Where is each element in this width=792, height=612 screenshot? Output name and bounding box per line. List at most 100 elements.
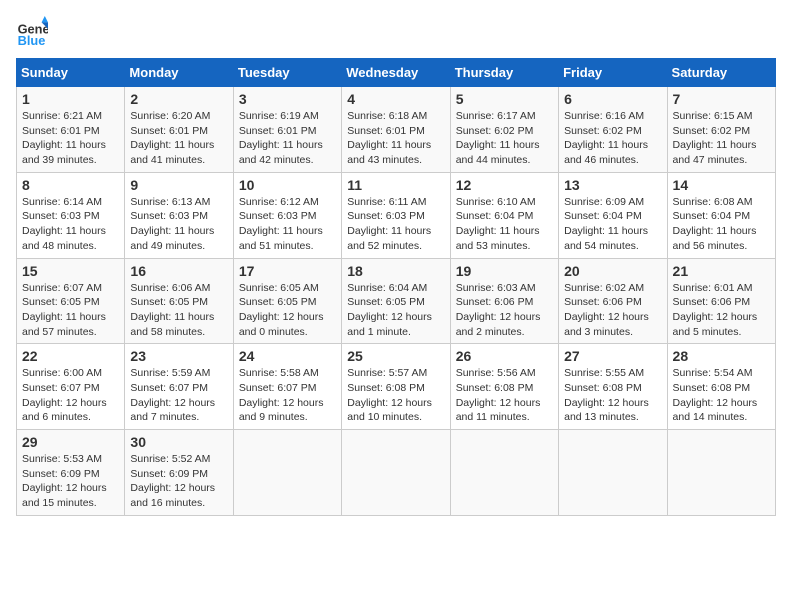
day-number: 1 [22, 91, 119, 107]
day-info: Sunrise: 6:10 AMSunset: 6:04 PMDaylight:… [456, 195, 553, 254]
day-info: Sunrise: 6:15 AMSunset: 6:02 PMDaylight:… [673, 109, 770, 168]
day-number: 9 [130, 177, 227, 193]
calendar-day: 2 Sunrise: 6:20 AMSunset: 6:01 PMDayligh… [125, 87, 233, 173]
day-header-tuesday: Tuesday [233, 59, 341, 87]
day-info: Sunrise: 5:57 AMSunset: 6:08 PMDaylight:… [347, 366, 444, 425]
calendar-day [667, 430, 775, 516]
day-header-friday: Friday [559, 59, 667, 87]
day-header-wednesday: Wednesday [342, 59, 450, 87]
day-number: 29 [22, 434, 119, 450]
day-info: Sunrise: 6:17 AMSunset: 6:02 PMDaylight:… [456, 109, 553, 168]
day-info: Sunrise: 6:00 AMSunset: 6:07 PMDaylight:… [22, 366, 119, 425]
day-number: 18 [347, 263, 444, 279]
day-number: 11 [347, 177, 444, 193]
day-info: Sunrise: 5:59 AMSunset: 6:07 PMDaylight:… [130, 366, 227, 425]
calendar-day: 9 Sunrise: 6:13 AMSunset: 6:03 PMDayligh… [125, 172, 233, 258]
calendar-day [342, 430, 450, 516]
calendar-day: 7 Sunrise: 6:15 AMSunset: 6:02 PMDayligh… [667, 87, 775, 173]
calendar-week-2: 8 Sunrise: 6:14 AMSunset: 6:03 PMDayligh… [17, 172, 776, 258]
logo-icon: General Blue [16, 16, 48, 48]
calendar-day: 14 Sunrise: 6:08 AMSunset: 6:04 PMDaylig… [667, 172, 775, 258]
calendar-day: 25 Sunrise: 5:57 AMSunset: 6:08 PMDaylig… [342, 344, 450, 430]
day-info: Sunrise: 6:09 AMSunset: 6:04 PMDaylight:… [564, 195, 661, 254]
calendar-day [450, 430, 558, 516]
calendar-day: 22 Sunrise: 6:00 AMSunset: 6:07 PMDaylig… [17, 344, 125, 430]
day-number: 27 [564, 348, 661, 364]
day-number: 8 [22, 177, 119, 193]
day-info: Sunrise: 6:12 AMSunset: 6:03 PMDaylight:… [239, 195, 336, 254]
day-info: Sunrise: 6:06 AMSunset: 6:05 PMDaylight:… [130, 281, 227, 340]
day-number: 3 [239, 91, 336, 107]
day-number: 17 [239, 263, 336, 279]
day-number: 20 [564, 263, 661, 279]
calendar-day: 18 Sunrise: 6:04 AMSunset: 6:05 PMDaylig… [342, 258, 450, 344]
day-info: Sunrise: 6:07 AMSunset: 6:05 PMDaylight:… [22, 281, 119, 340]
day-number: 28 [673, 348, 770, 364]
day-info: Sunrise: 6:08 AMSunset: 6:04 PMDaylight:… [673, 195, 770, 254]
day-number: 19 [456, 263, 553, 279]
day-number: 2 [130, 91, 227, 107]
calendar-day: 5 Sunrise: 6:17 AMSunset: 6:02 PMDayligh… [450, 87, 558, 173]
day-info: Sunrise: 6:14 AMSunset: 6:03 PMDaylight:… [22, 195, 119, 254]
day-number: 10 [239, 177, 336, 193]
calendar-day: 23 Sunrise: 5:59 AMSunset: 6:07 PMDaylig… [125, 344, 233, 430]
day-number: 22 [22, 348, 119, 364]
calendar-day: 10 Sunrise: 6:12 AMSunset: 6:03 PMDaylig… [233, 172, 341, 258]
logo: General Blue [16, 16, 48, 48]
day-number: 12 [456, 177, 553, 193]
day-number: 15 [22, 263, 119, 279]
day-number: 14 [673, 177, 770, 193]
day-info: Sunrise: 6:11 AMSunset: 6:03 PMDaylight:… [347, 195, 444, 254]
day-info: Sunrise: 6:01 AMSunset: 6:06 PMDaylight:… [673, 281, 770, 340]
day-info: Sunrise: 5:53 AMSunset: 6:09 PMDaylight:… [22, 452, 119, 511]
calendar-week-1: 1 Sunrise: 6:21 AMSunset: 6:01 PMDayligh… [17, 87, 776, 173]
day-info: Sunrise: 5:58 AMSunset: 6:07 PMDaylight:… [239, 366, 336, 425]
day-info: Sunrise: 6:19 AMSunset: 6:01 PMDaylight:… [239, 109, 336, 168]
day-number: 26 [456, 348, 553, 364]
calendar-day: 11 Sunrise: 6:11 AMSunset: 6:03 PMDaylig… [342, 172, 450, 258]
calendar-day: 8 Sunrise: 6:14 AMSunset: 6:03 PMDayligh… [17, 172, 125, 258]
calendar-day: 30 Sunrise: 5:52 AMSunset: 6:09 PMDaylig… [125, 430, 233, 516]
day-info: Sunrise: 5:54 AMSunset: 6:08 PMDaylight:… [673, 366, 770, 425]
calendar-week-5: 29 Sunrise: 5:53 AMSunset: 6:09 PMDaylig… [17, 430, 776, 516]
calendar-day: 17 Sunrise: 6:05 AMSunset: 6:05 PMDaylig… [233, 258, 341, 344]
calendar-week-4: 22 Sunrise: 6:00 AMSunset: 6:07 PMDaylig… [17, 344, 776, 430]
day-info: Sunrise: 6:18 AMSunset: 6:01 PMDaylight:… [347, 109, 444, 168]
day-number: 13 [564, 177, 661, 193]
day-header-sunday: Sunday [17, 59, 125, 87]
calendar-day: 1 Sunrise: 6:21 AMSunset: 6:01 PMDayligh… [17, 87, 125, 173]
day-number: 6 [564, 91, 661, 107]
day-number: 23 [130, 348, 227, 364]
day-header-thursday: Thursday [450, 59, 558, 87]
calendar-day [233, 430, 341, 516]
day-info: Sunrise: 6:05 AMSunset: 6:05 PMDaylight:… [239, 281, 336, 340]
calendar-table: SundayMondayTuesdayWednesdayThursdayFrid… [16, 58, 776, 516]
svg-text:Blue: Blue [18, 33, 46, 48]
calendar-day: 28 Sunrise: 5:54 AMSunset: 6:08 PMDaylig… [667, 344, 775, 430]
calendar-day: 15 Sunrise: 6:07 AMSunset: 6:05 PMDaylig… [17, 258, 125, 344]
calendar-day [559, 430, 667, 516]
day-info: Sunrise: 5:56 AMSunset: 6:08 PMDaylight:… [456, 366, 553, 425]
day-info: Sunrise: 5:52 AMSunset: 6:09 PMDaylight:… [130, 452, 227, 511]
day-number: 25 [347, 348, 444, 364]
calendar-day: 12 Sunrise: 6:10 AMSunset: 6:04 PMDaylig… [450, 172, 558, 258]
day-info: Sunrise: 6:04 AMSunset: 6:05 PMDaylight:… [347, 281, 444, 340]
calendar-day: 21 Sunrise: 6:01 AMSunset: 6:06 PMDaylig… [667, 258, 775, 344]
day-number: 24 [239, 348, 336, 364]
day-number: 4 [347, 91, 444, 107]
day-info: Sunrise: 5:55 AMSunset: 6:08 PMDaylight:… [564, 366, 661, 425]
calendar-day: 26 Sunrise: 5:56 AMSunset: 6:08 PMDaylig… [450, 344, 558, 430]
day-info: Sunrise: 6:16 AMSunset: 6:02 PMDaylight:… [564, 109, 661, 168]
calendar-day: 20 Sunrise: 6:02 AMSunset: 6:06 PMDaylig… [559, 258, 667, 344]
calendar-day: 13 Sunrise: 6:09 AMSunset: 6:04 PMDaylig… [559, 172, 667, 258]
day-info: Sunrise: 6:03 AMSunset: 6:06 PMDaylight:… [456, 281, 553, 340]
day-info: Sunrise: 6:13 AMSunset: 6:03 PMDaylight:… [130, 195, 227, 254]
calendar-day: 24 Sunrise: 5:58 AMSunset: 6:07 PMDaylig… [233, 344, 341, 430]
calendar-day: 6 Sunrise: 6:16 AMSunset: 6:02 PMDayligh… [559, 87, 667, 173]
calendar-day: 19 Sunrise: 6:03 AMSunset: 6:06 PMDaylig… [450, 258, 558, 344]
day-info: Sunrise: 6:20 AMSunset: 6:01 PMDaylight:… [130, 109, 227, 168]
calendar-day: 16 Sunrise: 6:06 AMSunset: 6:05 PMDaylig… [125, 258, 233, 344]
day-number: 21 [673, 263, 770, 279]
day-info: Sunrise: 6:02 AMSunset: 6:06 PMDaylight:… [564, 281, 661, 340]
day-number: 16 [130, 263, 227, 279]
